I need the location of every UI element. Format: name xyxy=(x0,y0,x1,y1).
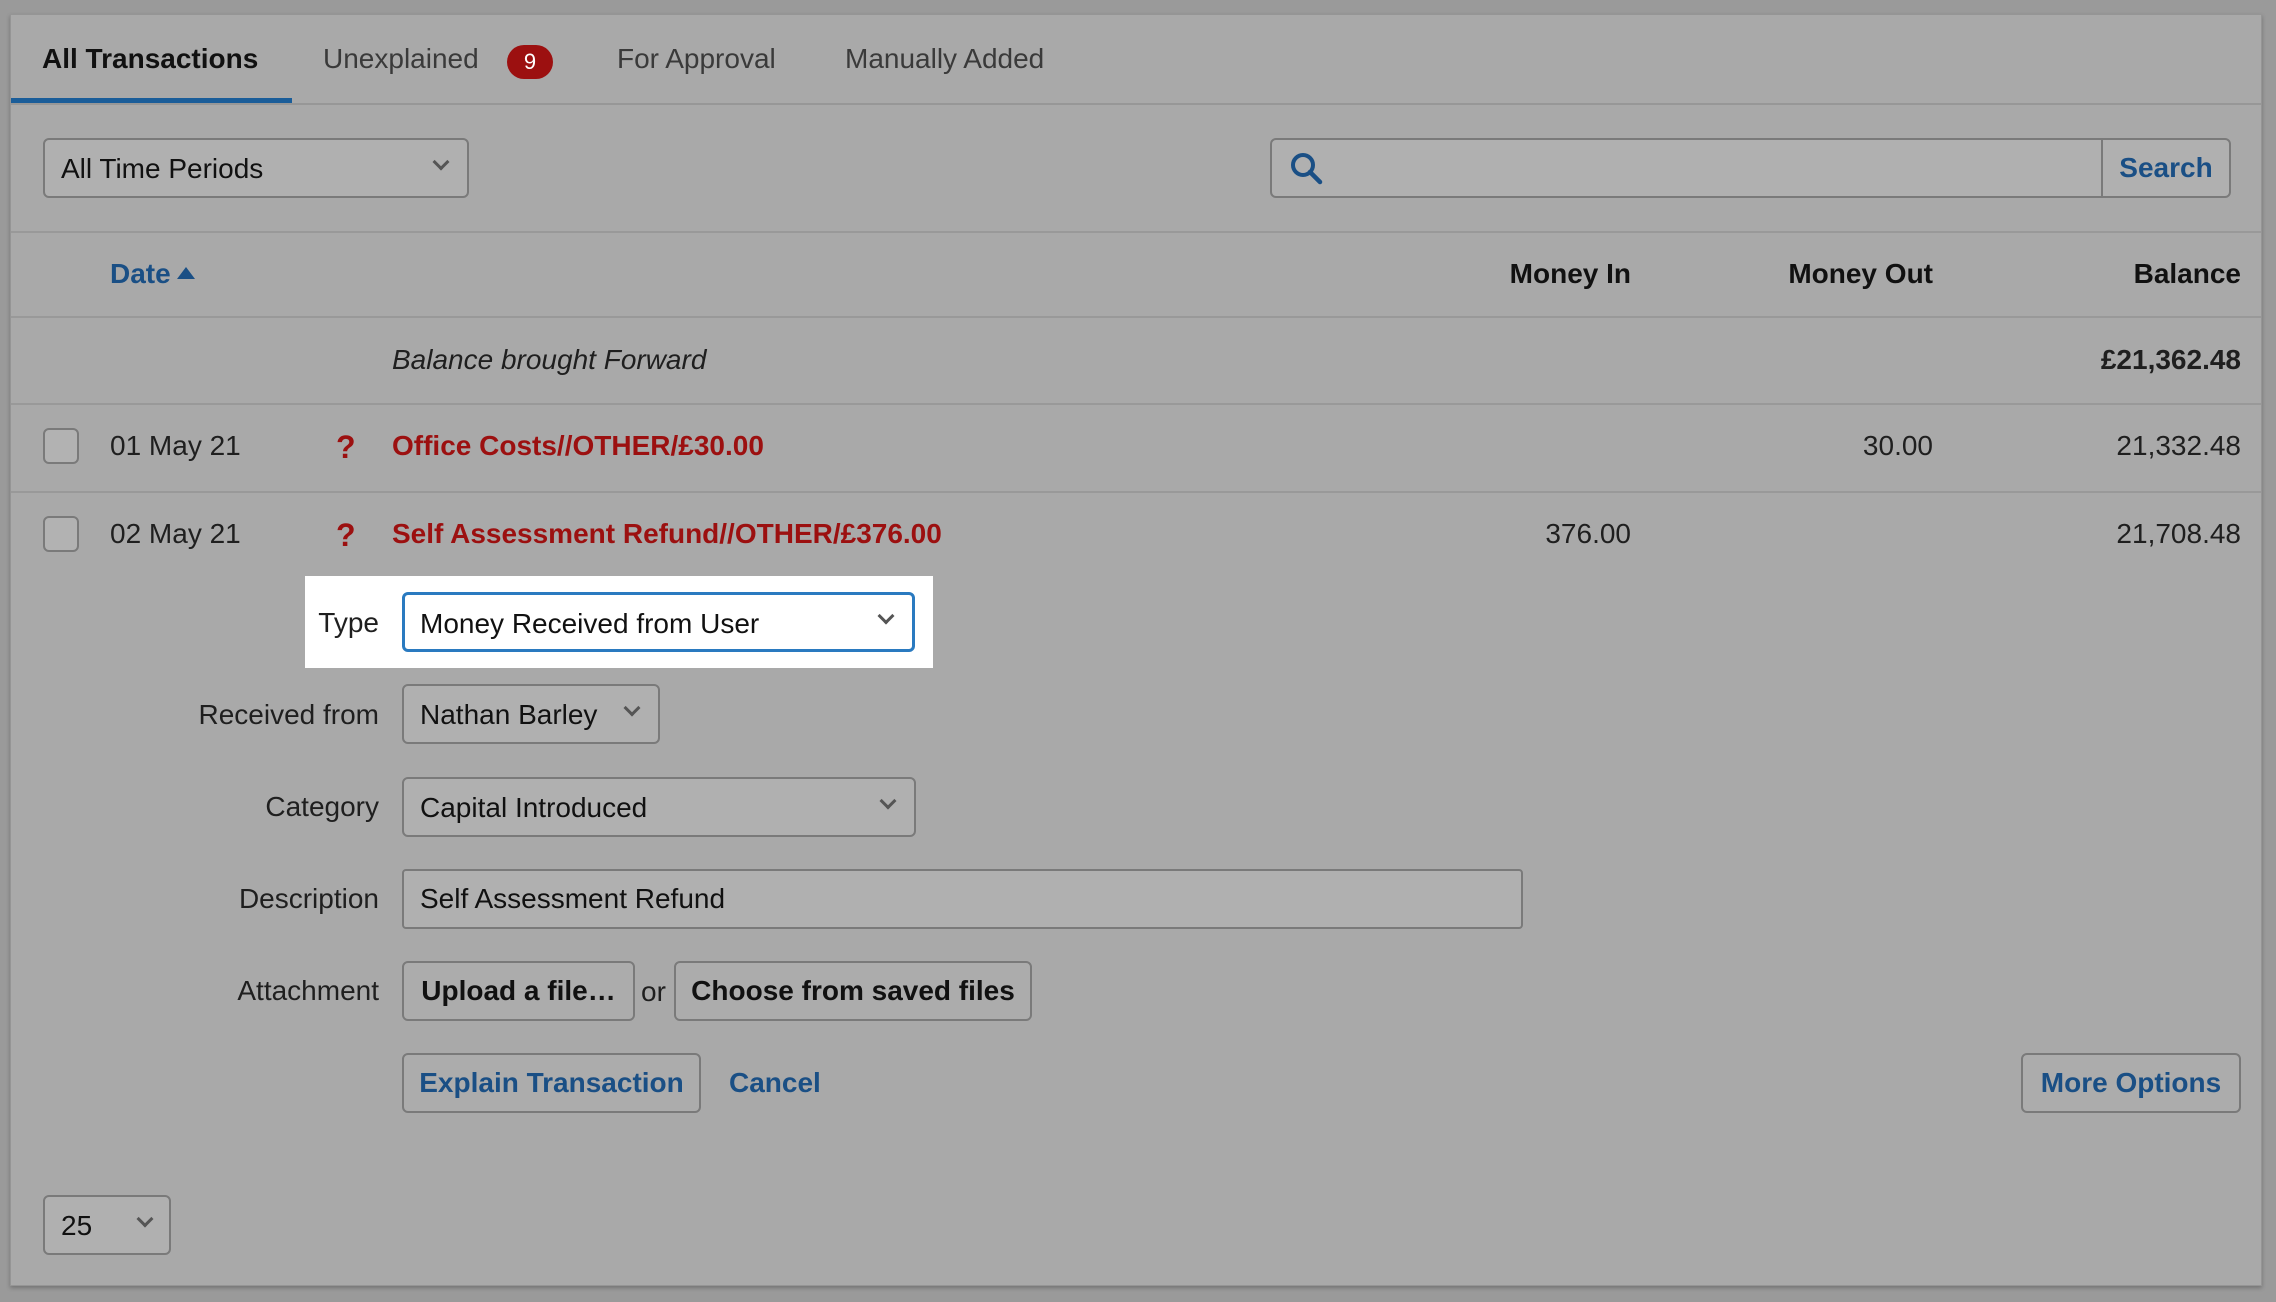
chevron-down-icon xyxy=(877,607,895,625)
description-label: Description xyxy=(238,883,379,914)
sort-ascending-icon xyxy=(176,267,195,279)
per-page-select[interactable]: 25 xyxy=(43,1195,171,1255)
search-icon xyxy=(1291,153,1323,185)
unexplained-question-icon: ? xyxy=(336,517,356,553)
row-date: 02 May 21 xyxy=(110,518,241,549)
search-button[interactable]: Search xyxy=(2101,140,2229,196)
tab-bar: All Transactions Unexplained 9 For Appro… xyxy=(11,15,2261,105)
row-description-link[interactable]: Self Assessment Refund//OTHER/£376.00 xyxy=(392,518,942,550)
divider xyxy=(11,231,2261,233)
row-date: 01 May 21 xyxy=(110,430,241,461)
category-value: Capital Introduced xyxy=(420,792,648,823)
active-tab-indicator xyxy=(11,98,292,103)
balance-column-header: Balance xyxy=(2133,258,2241,289)
money-in-column-header: Money In xyxy=(1509,258,1631,289)
description-input[interactable] xyxy=(402,869,1523,929)
more-options-button[interactable]: More Options xyxy=(2021,1053,2241,1113)
bank-transactions-panel: All Transactions Unexplained 9 For Appro… xyxy=(10,14,2262,1286)
search-input[interactable] xyxy=(1336,146,2096,190)
row-balance: 21,708.48 xyxy=(2116,518,2241,549)
type-label: Type xyxy=(318,607,379,638)
type-value: Money Received from User xyxy=(420,608,760,639)
chevron-down-icon xyxy=(623,699,641,717)
time-period-value: All Time Periods xyxy=(61,153,264,184)
divider xyxy=(11,403,2261,405)
attachment-label: Attachment xyxy=(237,975,379,1006)
explain-transaction-button[interactable]: Explain Transaction xyxy=(402,1053,701,1113)
date-header-label: Date xyxy=(110,258,171,289)
row-checkbox[interactable] xyxy=(43,516,79,552)
type-select[interactable]: Money Received from User xyxy=(402,592,915,652)
chevron-down-icon xyxy=(432,153,450,171)
app-window: All Transactions Unexplained 9 For Appro… xyxy=(0,0,2276,1302)
date-column-header[interactable]: Date xyxy=(110,258,195,290)
brought-forward-balance: £21,362.48 xyxy=(2100,344,2241,375)
received-from-label: Received from xyxy=(198,699,379,730)
tab-all-transactions[interactable]: All Transactions xyxy=(42,43,258,75)
chevron-down-icon xyxy=(136,1210,154,1228)
or-separator: or xyxy=(641,976,666,1007)
unexplained-question-icon: ? xyxy=(336,429,356,465)
tab-unexplained[interactable]: Unexplained xyxy=(323,43,479,75)
balance-brought-forward-label: Balance brought Forward xyxy=(392,344,707,375)
row-money-in: 376.00 xyxy=(1545,518,1631,549)
money-out-column-header: Money Out xyxy=(1788,258,1933,289)
divider xyxy=(11,491,2261,493)
tab-manually-added[interactable]: Manually Added xyxy=(845,43,1044,75)
time-period-select[interactable]: All Time Periods xyxy=(43,138,469,198)
row-balance: 21,332.48 xyxy=(2116,430,2241,461)
received-from-select[interactable]: Nathan Barley xyxy=(402,684,660,744)
tab-for-approval[interactable]: For Approval xyxy=(617,43,776,75)
category-label: Category xyxy=(265,791,379,822)
cancel-link[interactable]: Cancel xyxy=(729,1067,821,1099)
choose-saved-files-button[interactable]: Choose from saved files xyxy=(674,961,1032,1021)
search-group: Search xyxy=(1270,138,2231,198)
received-from-value: Nathan Barley xyxy=(420,699,598,730)
row-checkbox[interactable] xyxy=(43,428,79,464)
upload-file-button[interactable]: Upload a file… xyxy=(402,961,635,1021)
row-money-out: 30.00 xyxy=(1862,430,1933,461)
unexplained-count-badge: 9 xyxy=(507,45,553,79)
row-description-link[interactable]: Office Costs//OTHER/£30.00 xyxy=(392,430,764,462)
per-page-value: 25 xyxy=(61,1210,93,1241)
divider xyxy=(11,316,2261,318)
category-select[interactable]: Capital Introduced xyxy=(402,777,916,837)
chevron-down-icon xyxy=(879,792,897,810)
